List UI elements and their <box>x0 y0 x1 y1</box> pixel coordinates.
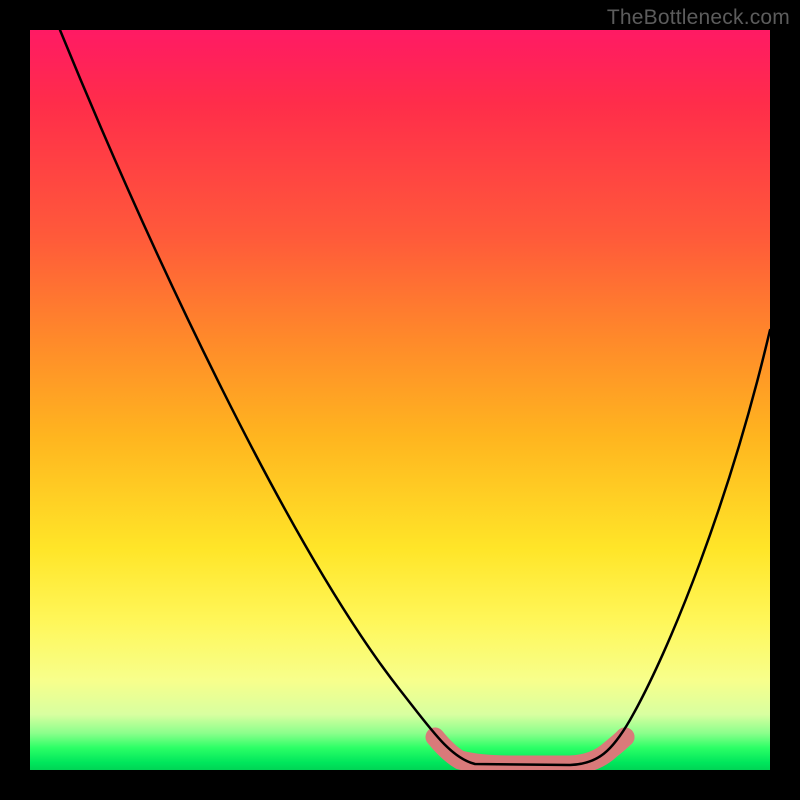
chart-frame: TheBottleneck.com <box>0 0 800 800</box>
attribution-text: TheBottleneck.com <box>607 6 790 30</box>
bottleneck-curve <box>60 30 770 765</box>
optimal-zone-band <box>435 737 625 765</box>
curve-layer <box>30 30 770 770</box>
plot-area <box>30 30 770 770</box>
